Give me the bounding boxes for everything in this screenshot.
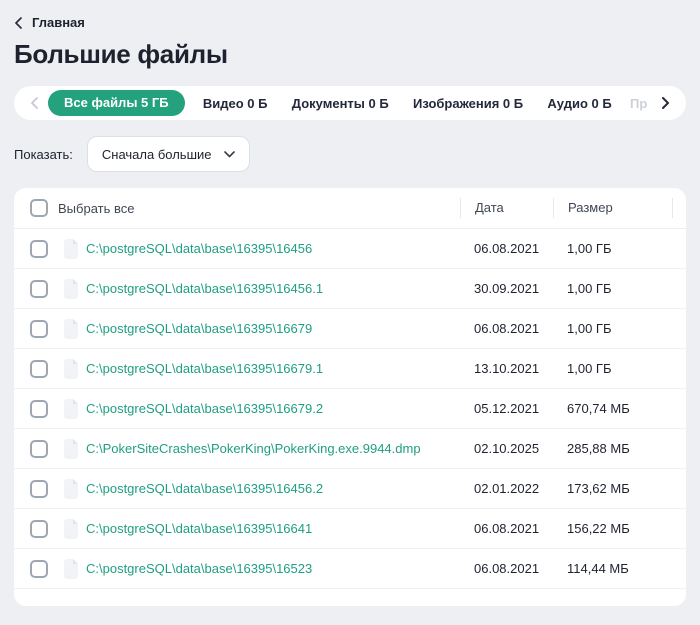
- file-path-link[interactable]: C:\postgreSQL\data\base\16395\16679.1: [86, 361, 323, 376]
- file-icon: [63, 278, 79, 299]
- file-size: 114,44 МБ: [567, 561, 629, 576]
- header-end-divider: [672, 198, 686, 218]
- table-row: C:\PokerSiteCrashes\PokerKing\PokerKing.…: [14, 429, 686, 469]
- tab-audio[interactable]: Аудио 0 Б: [541, 96, 617, 111]
- table-body: C:\postgreSQL\data\base\16395\16456 06.0…: [14, 229, 686, 589]
- breadcrumb-label[interactable]: Главная: [32, 15, 85, 30]
- row-checkbox[interactable]: [30, 439, 48, 458]
- file-path-link[interactable]: C:\postgreSQL\data\base\16395\16679.2: [86, 401, 323, 416]
- file-date: 05.12.2021: [474, 401, 540, 416]
- row-checkbox[interactable]: [30, 359, 48, 378]
- select-all-label[interactable]: Выбрать все: [58, 201, 460, 216]
- show-label: Показать:: [14, 146, 73, 162]
- column-header-date: Дата: [460, 198, 553, 218]
- file-size: 1,00 ГБ: [567, 241, 612, 256]
- table-header: Выбрать все Дата Размер: [14, 188, 686, 229]
- row-checkbox[interactable]: [30, 519, 48, 538]
- file-path-link[interactable]: C:\postgreSQL\data\base\16395\16523: [86, 561, 312, 576]
- file-icon: [63, 558, 79, 579]
- table-row: C:\postgreSQL\data\base\16395\16679.2 05…: [14, 389, 686, 429]
- file-date: 02.10.2025: [474, 441, 540, 456]
- file-path-link[interactable]: C:\postgreSQL\data\base\16395\16456.2: [86, 481, 323, 496]
- file-size: 156,22 МБ: [567, 521, 630, 536]
- file-icon: [63, 318, 79, 339]
- row-checkbox[interactable]: [30, 239, 48, 258]
- table-row: C:\postgreSQL\data\base\16395\16523 06.0…: [14, 549, 686, 589]
- file-path-link[interactable]: C:\postgreSQL\data\base\16395\16679: [86, 321, 312, 336]
- file-icon: [63, 358, 79, 379]
- chevron-down-icon: [223, 150, 235, 158]
- table-row: C:\postgreSQL\data\base\16395\16456 06.0…: [14, 229, 686, 269]
- large-files-page: Главная Большие файлы Все файлы 5 ГБ Виде…: [0, 0, 700, 606]
- tab-documents[interactable]: Документы 0 Б: [286, 96, 395, 111]
- tab-all-files[interactable]: Все файлы 5 ГБ: [48, 90, 185, 116]
- sort-dropdown[interactable]: Сначала большие: [86, 136, 250, 172]
- row-checkbox[interactable]: [30, 319, 48, 338]
- table-row: C:\postgreSQL\data\base\16395\16679 06.0…: [14, 309, 686, 349]
- file-icon: [63, 478, 79, 499]
- file-size: 1,00 ГБ: [567, 321, 612, 336]
- file-date: 02.01.2022: [474, 481, 540, 496]
- tab-list: Все файлы 5 ГБ Видео 0 Б Документы 0 Б Изоб…: [48, 90, 652, 116]
- files-table: Выбрать все Дата Размер C:\postgreSQL\da…: [14, 188, 686, 606]
- file-icon: [63, 518, 79, 539]
- sort-filter-row: Показать: Сначала большие: [14, 136, 686, 172]
- file-path-link[interactable]: C:\postgreSQL\data\base\16395\16641: [86, 521, 312, 536]
- back-chevron-icon: [14, 16, 22, 29]
- select-all-checkbox[interactable]: [30, 199, 48, 217]
- table-row: C:\postgreSQL\data\base\16395\16456.1 30…: [14, 269, 686, 309]
- table-row: C:\postgreSQL\data\base\16395\16641 06.0…: [14, 509, 686, 549]
- file-size: 1,00 ГБ: [567, 281, 612, 296]
- file-date: 06.08.2021: [474, 241, 540, 256]
- file-path-link[interactable]: C:\postgreSQL\data\base\16395\16456: [86, 241, 312, 256]
- page-title: Большие файлы: [14, 39, 228, 69]
- file-date: 13.10.2021: [474, 361, 540, 376]
- file-path-link[interactable]: C:\postgreSQL\data\base\16395\16456.1: [86, 281, 323, 296]
- file-date: 06.08.2021: [474, 561, 540, 576]
- file-size: 285,88 МБ: [567, 441, 630, 456]
- file-date: 06.08.2021: [474, 321, 540, 336]
- file-size: 670,74 МБ: [567, 401, 630, 416]
- file-date: 30.09.2021: [474, 281, 540, 296]
- file-icon: [63, 438, 79, 459]
- tab-video[interactable]: Видео 0 Б: [197, 96, 274, 111]
- tabs-scroll-left-button[interactable]: [26, 97, 42, 109]
- file-icon: [63, 238, 79, 259]
- file-icon: [63, 398, 79, 419]
- row-checkbox[interactable]: [30, 279, 48, 298]
- file-date: 06.08.2021: [474, 521, 540, 536]
- table-row: C:\postgreSQL\data\base\16395\16456.2 02…: [14, 469, 686, 509]
- row-checkbox[interactable]: [30, 399, 48, 418]
- file-path-link[interactable]: C:\PokerSiteCrashes\PokerKing\PokerKing.…: [86, 441, 421, 456]
- file-size: 1,00 ГБ: [567, 361, 612, 376]
- category-tabs: Все файлы 5 ГБ Видео 0 Б Документы 0 Б Изоб…: [14, 86, 686, 120]
- table-row: C:\postgreSQL\data\base\16395\16679.1 13…: [14, 349, 686, 389]
- row-checkbox[interactable]: [30, 479, 48, 498]
- sort-dropdown-value: Сначала большие: [101, 146, 212, 162]
- row-checkbox[interactable]: [30, 559, 48, 578]
- breadcrumb[interactable]: Главная: [14, 0, 85, 30]
- tab-more[interactable]: Пр: [630, 96, 652, 111]
- column-header-size: Размер: [553, 198, 672, 218]
- tabs-scroll-right-button[interactable]: [658, 97, 674, 109]
- file-size: 173,62 МБ: [567, 481, 630, 496]
- tab-images[interactable]: Изображения 0 Б: [407, 96, 529, 111]
